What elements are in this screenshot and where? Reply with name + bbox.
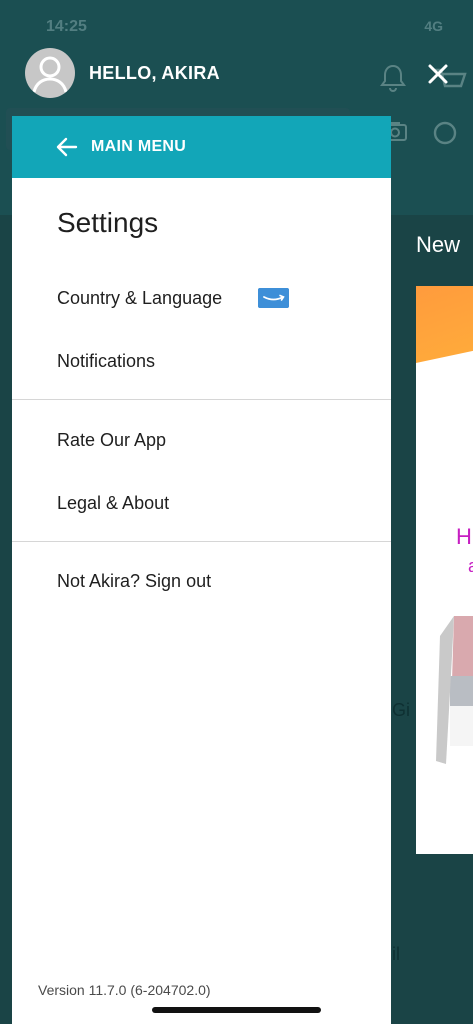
close-icon[interactable] [420, 56, 456, 92]
amazon-smile-flag-icon [258, 288, 289, 308]
drawer-header: HELLO, AKIRA [0, 44, 473, 108]
background-section-heading: New [416, 232, 461, 257]
greeting-text: HELLO, AKIRA [89, 63, 220, 83]
promo-card-title: H [456, 524, 472, 549]
avatar[interactable] [25, 48, 75, 98]
menu-item-country-language[interactable]: Country & Language [57, 288, 222, 309]
status-time: 14:25 [46, 18, 87, 35]
background-side-text: il [392, 944, 400, 964]
alexa-icon [433, 121, 457, 145]
settings-panel: MAIN MENU Settings Country & Language No… [12, 116, 391, 1024]
divider [12, 399, 391, 400]
sweater-image [436, 616, 473, 764]
main-menu-label: MAIN MENU [91, 138, 187, 155]
user-icon [32, 56, 68, 93]
page-title: Settings [57, 207, 159, 238]
menu-item-sign-out[interactable]: Not Akira? Sign out [57, 571, 211, 592]
background-side-text: Gi [392, 700, 410, 720]
menu-item-legal-about[interactable]: Legal & About [57, 493, 169, 514]
arrow-left-icon [56, 137, 78, 157]
promo-card-banner [416, 286, 473, 386]
menu-item-rate-app[interactable]: Rate Our App [57, 430, 166, 451]
home-indicator[interactable] [152, 1007, 321, 1013]
menu-item-notifications[interactable]: Notifications [57, 351, 155, 372]
background-promo-card: H a [416, 286, 473, 854]
status-bar: 14:25 4G [0, 0, 473, 44]
version-text: Version 11.7.0 (6-204702.0) [38, 982, 211, 998]
main-menu-back-button[interactable]: MAIN MENU [12, 116, 391, 178]
divider [12, 541, 391, 542]
promo-card-subtitle: a [468, 556, 473, 577]
status-network: 4G [424, 18, 443, 34]
